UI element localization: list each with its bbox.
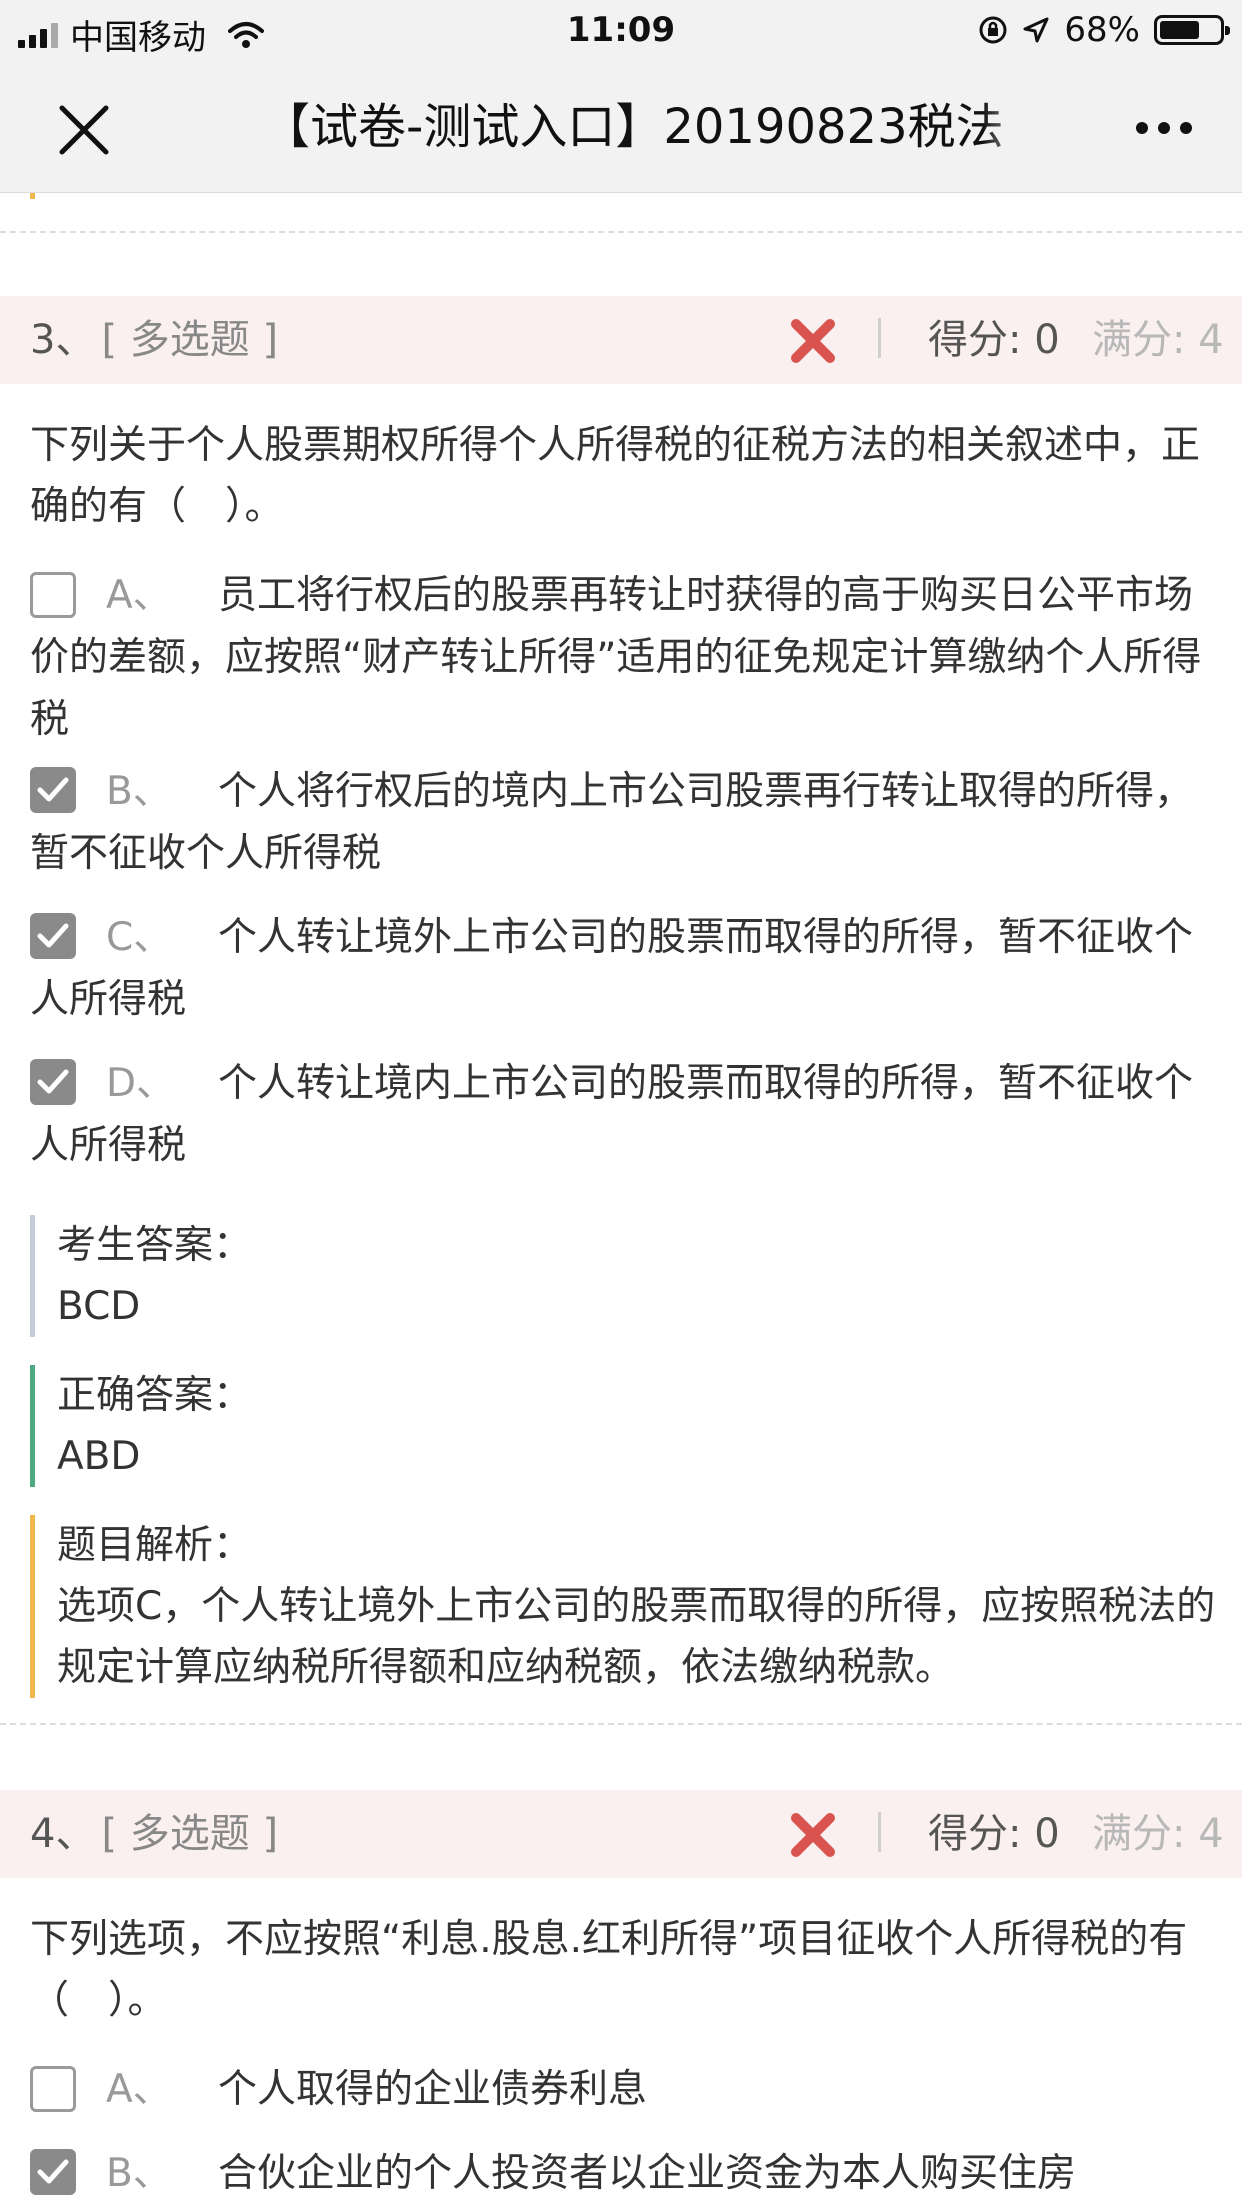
rotation-lock-icon (979, 16, 1007, 44)
option-item[interactable]: C、 个人转让境外上市公司的股票而取得的所得，暂不征收个人所得税 (30, 907, 1230, 1031)
score-text: 得分: 0 (928, 317, 1060, 363)
status-right: 68% (978, 10, 1230, 50)
question-number: 3、[ 多选题 ] (30, 317, 279, 363)
close-icon[interactable] (56, 102, 112, 158)
explanation-text: 选项C，个人转让境外上市公司的股票而取得的所得，应按照税法的规定计算应纳税所得额… (57, 1584, 1216, 1690)
option-item[interactable]: A、 员工将行权后的股票再转让时获得的高于购买日公平市场价的差额，应按照“财产转让… (30, 565, 1230, 751)
user-answer-value: BCD (57, 1284, 141, 1329)
explanation-label: 题目解析： (57, 1523, 253, 1568)
option-item[interactable]: B、 个人将行权后的境内上市公司股票再行转让取得的所得，暂不征收个人所得税 (30, 761, 1230, 885)
wrong-icon (791, 1813, 835, 1857)
checkbox-checked-icon[interactable] (30, 2149, 76, 2195)
status-bar: 中国移动 11:09 68% (0, 0, 1242, 64)
checkbox-unchecked-icon[interactable] (30, 2066, 76, 2112)
nav-bar: 【试卷-测试入口】20190823税法 (0, 64, 1242, 193)
option-text: 个人取得的企业债券利息 (218, 2067, 648, 2112)
previous-explain-bar (30, 193, 35, 199)
user-answer-block: 考生答案： BCD (30, 1215, 1230, 1337)
explanation-block: 题目解析： 选项C，个人转让境外上市公司的股票而取得的所得，应按照税法的规定计算… (30, 1515, 1230, 1698)
checkbox-checked-icon[interactable] (30, 913, 76, 959)
battery-percent: 68% (1064, 10, 1140, 50)
full-score-text: 满分: 4 (1092, 317, 1224, 363)
score-text: 得分: 0 (928, 1811, 1060, 1857)
correct-answer-label: 正确答案： (57, 1373, 253, 1418)
battery-icon (1154, 15, 1230, 45)
question-type: [ 多选题 ] (101, 317, 279, 363)
full-score-text: 满分: 4 (1092, 1811, 1224, 1857)
option-item[interactable]: D、 个人转让境内上市公司的股票而取得的所得，暂不征收个人所得税 (30, 1053, 1230, 1177)
correct-answer-value: ABD (57, 1434, 141, 1479)
checkbox-unchecked-icon[interactable] (30, 572, 76, 618)
option-text: 合伙企业的个人投资者以企业资金为本人购买住房 (218, 2151, 1077, 2196)
checkbox-checked-icon[interactable] (30, 767, 76, 813)
page-title: 【试卷-测试入口】20190823税法 (262, 92, 1042, 162)
checkbox-checked-icon[interactable] (30, 1059, 76, 1105)
question-header: 3、[ 多选题 ] 得分: 0 满分: 4 (0, 296, 1242, 384)
option-item[interactable]: B、 合伙企业的个人投资者以企业资金为本人购买住房 (30, 2143, 1230, 2205)
question-stem: 下列选项，不应按照“利息.股息.红利所得”项目征收个人所得税的有（ ）。 (30, 1917, 1188, 2023)
wrong-icon (791, 319, 835, 363)
divider (0, 231, 1242, 233)
separator (878, 318, 881, 358)
question-type: [ 多选题 ] (101, 1811, 279, 1857)
question-number: 4、[ 多选题 ] (30, 1811, 279, 1857)
user-answer-label: 考生答案： (57, 1223, 253, 1268)
question-stem: 下列关于个人股票期权所得个人所得税的征税方法的相关叙述中，正确的有（ ）。 (30, 423, 1201, 529)
option-item[interactable]: A、 个人取得的企业债券利息 (30, 2059, 1230, 2121)
more-icon[interactable] (1136, 122, 1192, 134)
location-icon (1023, 17, 1049, 43)
question-header: 4、[ 多选题 ] 得分: 0 满分: 4 (0, 1790, 1242, 1878)
exam-content[interactable]: 3、[ 多选题 ] 得分: 0 满分: 4 下列关于个人股票期权所得个人所得税的… (0, 193, 1242, 2208)
correct-answer-block: 正确答案： ABD (30, 1365, 1230, 1487)
separator (878, 1812, 881, 1852)
divider (0, 1723, 1242, 1725)
